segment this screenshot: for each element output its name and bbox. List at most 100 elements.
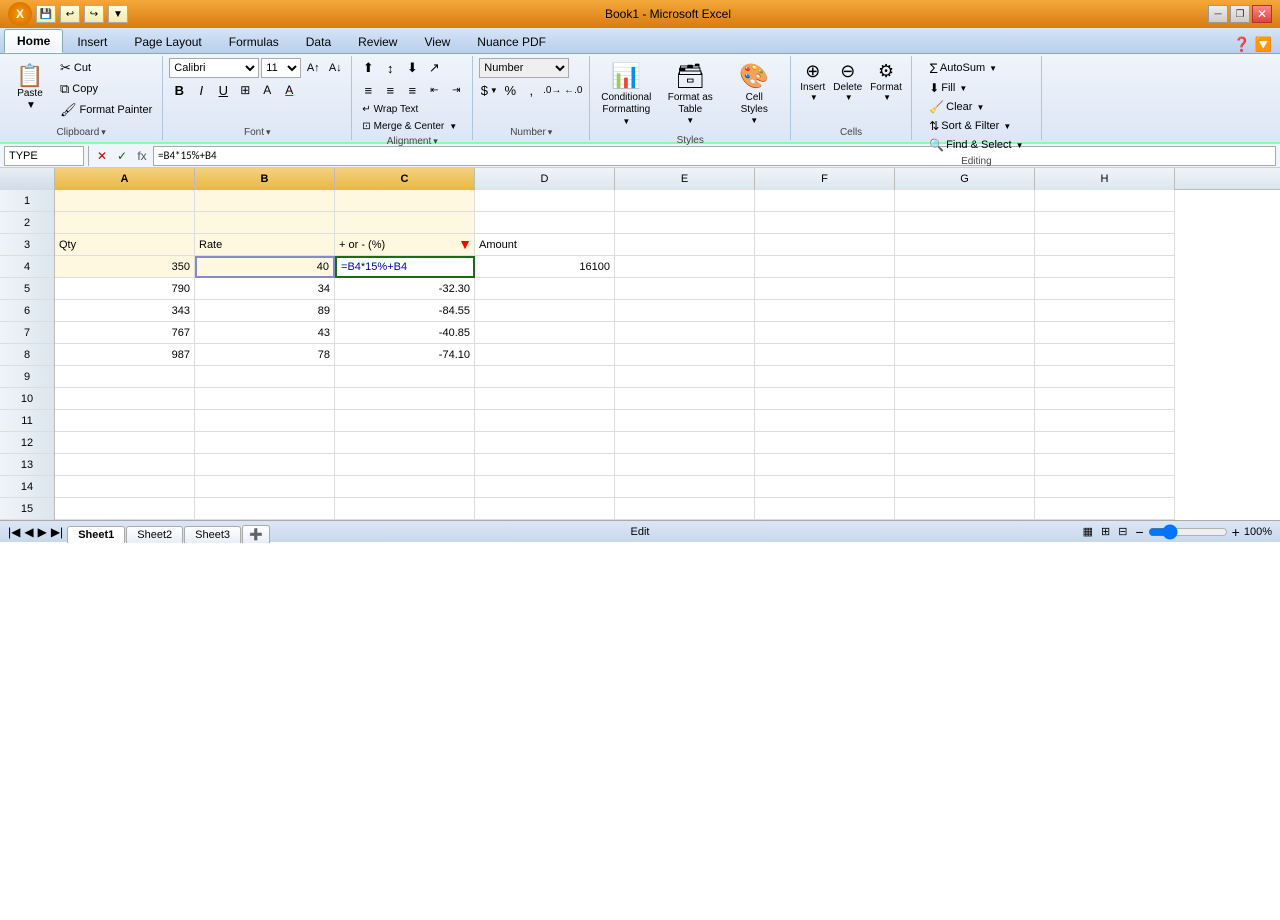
- cell-D5[interactable]: [475, 278, 615, 300]
- cell-G1[interactable]: [895, 190, 1035, 212]
- row-header-3[interactable]: 3: [0, 234, 54, 256]
- cell-A12[interactable]: [55, 432, 195, 454]
- cell-B12[interactable]: [195, 432, 335, 454]
- sheet-nav-prev[interactable]: ◀: [24, 525, 33, 539]
- cell-D4[interactable]: 16100: [475, 256, 615, 278]
- page-layout-view-btn[interactable]: ⊞: [1101, 525, 1110, 538]
- currency-btn[interactable]: $▼: [479, 80, 499, 100]
- cell-G4[interactable]: [895, 256, 1035, 278]
- cell-E10[interactable]: [615, 388, 755, 410]
- zoom-slider[interactable]: [1148, 524, 1228, 540]
- cell-G8[interactable]: [895, 344, 1035, 366]
- cell-A6[interactable]: 343: [55, 300, 195, 322]
- cell-F10[interactable]: [755, 388, 895, 410]
- row-header-13[interactable]: 13: [0, 454, 54, 476]
- cell-B7[interactable]: 43: [195, 322, 335, 344]
- format-painter-button[interactable]: 🖌 Format Painter: [56, 100, 156, 120]
- cell-B15[interactable]: [195, 498, 335, 520]
- col-header-G[interactable]: G: [895, 168, 1035, 190]
- cell-C14[interactable]: [335, 476, 475, 498]
- row-header-5[interactable]: 5: [0, 278, 54, 300]
- cell-F4[interactable]: [755, 256, 895, 278]
- cell-H14[interactable]: [1035, 476, 1175, 498]
- cell-D10[interactable]: [475, 388, 615, 410]
- cell-H1[interactable]: [1035, 190, 1175, 212]
- row-header-14[interactable]: 14: [0, 476, 54, 498]
- decrease-font-btn[interactable]: A↓: [325, 58, 345, 78]
- row-header-6[interactable]: 6: [0, 300, 54, 322]
- cell-F7[interactable]: [755, 322, 895, 344]
- col-header-E[interactable]: E: [615, 168, 755, 190]
- row-header-7[interactable]: 7: [0, 322, 54, 344]
- cell-E6[interactable]: [615, 300, 755, 322]
- paste-button[interactable]: 📋 Paste ▼: [6, 58, 54, 118]
- minimize-button[interactable]: ─: [1208, 5, 1228, 23]
- cell-E1[interactable]: [615, 190, 755, 212]
- cut-button[interactable]: ✂ Cut: [56, 58, 156, 78]
- cell-F13[interactable]: [755, 454, 895, 476]
- border-btn[interactable]: ⊞: [235, 80, 255, 100]
- tab-formulas[interactable]: Formulas: [216, 30, 292, 53]
- cell-A10[interactable]: [55, 388, 195, 410]
- number-format-select[interactable]: Number General Currency Percentage: [479, 58, 569, 78]
- cell-H15[interactable]: [1035, 498, 1175, 520]
- quick-access-dropdown[interactable]: ▼: [108, 5, 128, 23]
- cell-B9[interactable]: [195, 366, 335, 388]
- row-header-1[interactable]: 1: [0, 190, 54, 212]
- cell-D2[interactable]: [475, 212, 615, 234]
- cell-A9[interactable]: [55, 366, 195, 388]
- col-header-D[interactable]: D: [475, 168, 615, 190]
- cell-E5[interactable]: [615, 278, 755, 300]
- cancel-formula-btn[interactable]: ✕: [93, 147, 111, 165]
- row-header-4[interactable]: 4: [0, 256, 54, 278]
- cell-A2[interactable]: [55, 212, 195, 234]
- font-color-btn[interactable]: A: [279, 80, 299, 100]
- cell-F8[interactable]: [755, 344, 895, 366]
- cell-E12[interactable]: [615, 432, 755, 454]
- cell-C5[interactable]: -32.30: [335, 278, 475, 300]
- cell-E9[interactable]: [615, 366, 755, 388]
- cell-E15[interactable]: [615, 498, 755, 520]
- sheet-nav-first[interactable]: |◀: [8, 525, 20, 539]
- tab-view[interactable]: View: [411, 30, 463, 53]
- cell-E4[interactable]: [615, 256, 755, 278]
- cell-C6[interactable]: -84.55: [335, 300, 475, 322]
- align-middle-btn[interactable]: ↕: [380, 58, 400, 78]
- cell-B5[interactable]: 34: [195, 278, 335, 300]
- cell-D12[interactable]: [475, 432, 615, 454]
- cell-H6[interactable]: [1035, 300, 1175, 322]
- cell-H9[interactable]: [1035, 366, 1175, 388]
- row-header-9[interactable]: 9: [0, 366, 54, 388]
- cell-G3[interactable]: [895, 234, 1035, 256]
- cell-D8[interactable]: [475, 344, 615, 366]
- cell-C2[interactable]: [335, 212, 475, 234]
- cell-F14[interactable]: [755, 476, 895, 498]
- cell-C13[interactable]: [335, 454, 475, 476]
- cell-H3[interactable]: [1035, 234, 1175, 256]
- minimize-ribbon-button[interactable]: 🔽: [1255, 36, 1272, 53]
- text-angle-btn[interactable]: ↗: [424, 58, 444, 78]
- cell-B14[interactable]: [195, 476, 335, 498]
- sheet-tab-sheet1[interactable]: Sheet1: [67, 526, 125, 543]
- col-header-A[interactable]: A: [55, 168, 195, 190]
- cell-G2[interactable]: [895, 212, 1035, 234]
- cell-H13[interactable]: [1035, 454, 1175, 476]
- tab-insert[interactable]: Insert: [64, 30, 120, 53]
- fill-button[interactable]: ⬇ Fill ▼: [925, 79, 971, 97]
- cell-C15[interactable]: [335, 498, 475, 520]
- italic-button[interactable]: I: [191, 80, 211, 100]
- font-expand-btn[interactable]: ▾: [266, 127, 271, 138]
- cell-B13[interactable]: [195, 454, 335, 476]
- align-center-btn[interactable]: ≡: [380, 80, 400, 100]
- col-header-F[interactable]: F: [755, 168, 895, 190]
- cell-A4[interactable]: 350: [55, 256, 195, 278]
- number-expand-btn[interactable]: ▾: [548, 127, 553, 138]
- cell-H10[interactable]: [1035, 388, 1175, 410]
- find-select-button[interactable]: 🔍 Find & Select ▼: [925, 136, 1027, 154]
- cell-D15[interactable]: [475, 498, 615, 520]
- cell-G5[interactable]: [895, 278, 1035, 300]
- cell-G7[interactable]: [895, 322, 1035, 344]
- close-button[interactable]: ✕: [1252, 5, 1272, 23]
- cell-D3[interactable]: Amount: [475, 234, 615, 256]
- cell-C12[interactable]: [335, 432, 475, 454]
